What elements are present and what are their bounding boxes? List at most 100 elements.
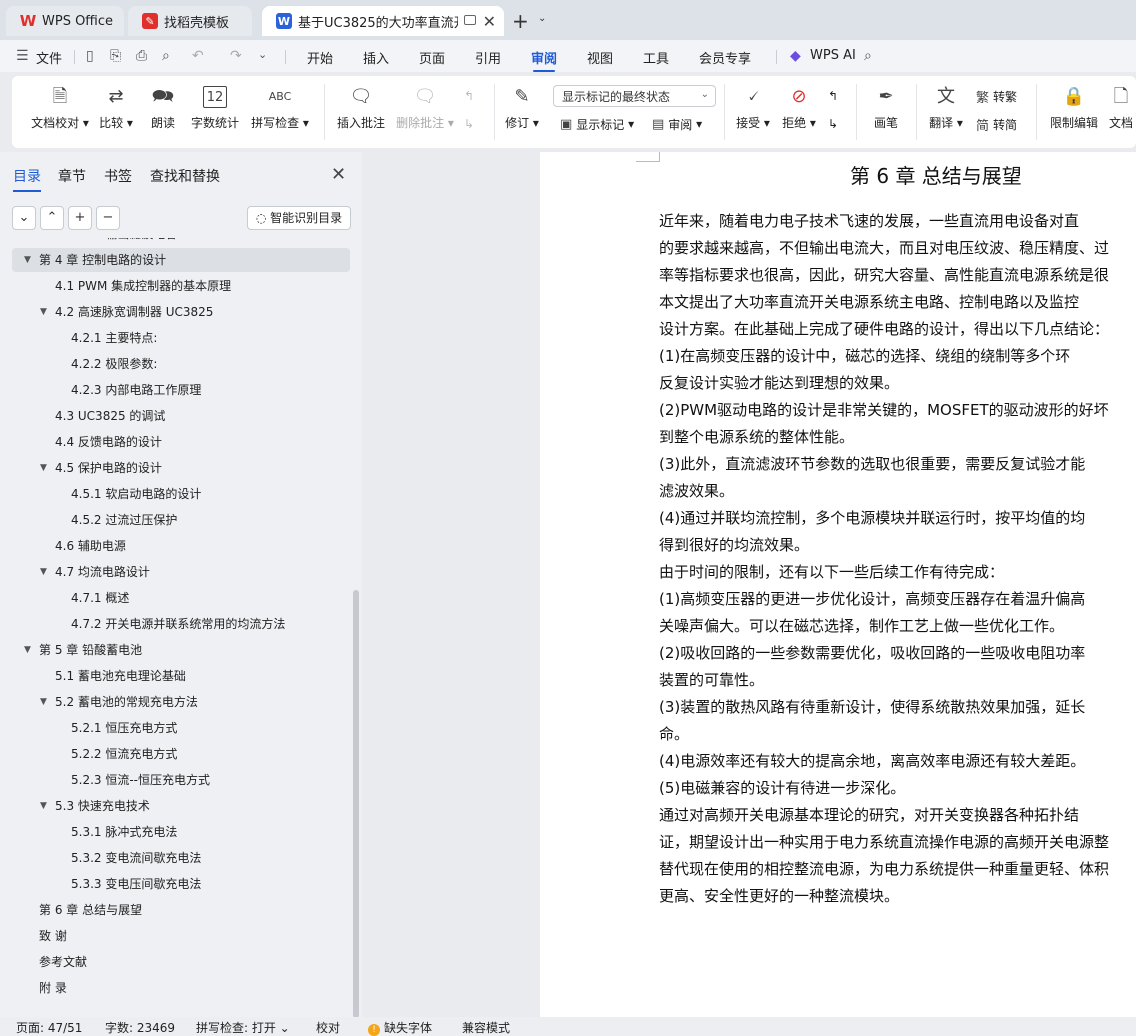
document-page[interactable]: 第 6 章 总结与展望 近年来，随着电力电子技术飞速的发展，一些直流用电设备对直… [540,152,1136,1017]
toc-item[interactable]: ▼ 5.3 快速充电技术 [12,794,350,818]
toc-item[interactable]: 4.6 辅助电源 [12,534,350,558]
insert-comment-button[interactable]: 🗨 插入批注 [334,82,388,142]
menu-wps-ai[interactable]: WPS AI [810,48,856,63]
toc-item[interactable]: 5.3.3 变电压间歇充电法 [12,872,350,896]
toc-item[interactable]: 附 录 [12,976,350,1000]
close-icon[interactable]: ✕ [331,164,346,185]
save-icon[interactable]: ▯ [86,48,94,64]
expand-arrow-icon[interactable]: ▼ [24,638,31,662]
toc-item[interactable]: 5.2.1 恒压充电方式 [12,716,350,740]
expand-arrow-icon[interactable]: ▼ [40,794,47,818]
expand-arrow-icon[interactable]: ▼ [40,690,47,714]
toc-item[interactable]: 5.3.2 变电流间歇充电法 [12,846,350,870]
toc-item[interactable]: ▼ 第 5 章 铅酸蓄电池 [12,638,350,662]
tab-toc[interactable]: 目录 [13,166,41,192]
menu-page[interactable]: 页面 [419,48,445,67]
toc-item[interactable]: 3.5.3 输出滤波电容 [12,238,350,246]
toc-item[interactable]: 5.2.3 恒流--恒压充电方式 [12,768,350,792]
print-preview-icon[interactable]: ⌕ [162,48,170,64]
page-indicator[interactable]: 页面: 47/51 [16,1019,82,1036]
menu-reference[interactable]: 引用 [475,48,501,67]
spell-check-button[interactable]: ABC 拼写检查 ▾ [250,82,310,142]
menu-member[interactable]: 会员专享 [699,48,751,67]
undo-icon[interactable]: ↶ [192,48,204,64]
tab-wps-office[interactable]: W WPS Office [6,6,124,36]
plus-icon[interactable]: + [68,206,92,230]
tab-chapters[interactable]: 章节 [58,166,86,186]
toc-item[interactable]: 4.2.3 内部电路工作原理 [12,378,350,402]
close-icon[interactable]: ✕ [483,12,496,31]
expand-arrow-icon[interactable]: ▼ [24,248,31,272]
show-markup-button[interactable]: ▣ 显示标记 ▾ [560,114,634,134]
minus-icon[interactable]: − [96,206,120,230]
toc-item[interactable]: 4.3 UC3825 的调试 [12,404,350,428]
new-tab-icon[interactable]: + [512,9,529,33]
toc-item[interactable]: ▼ 4.2 高速脉宽调制器 UC3825 [12,300,350,324]
accept-button[interactable]: 🗸 接受 ▾ [734,82,772,142]
next-change-icon[interactable]: ↳ [828,114,838,134]
menu-tools[interactable]: 工具 [643,48,669,67]
toc-item[interactable]: 参考文献 [12,950,350,974]
toc-item[interactable]: 4.2.1 主要特点: [12,326,350,350]
pen-button[interactable]: ✒ 画笔 [868,82,904,142]
toc-item[interactable]: 4.7.1 概述 [12,586,350,610]
toc-item[interactable]: 4.2.2 极限参数: [12,352,350,376]
menu-view[interactable]: 视图 [587,48,613,67]
review-pane-button[interactable]: ▤ 审阅 ▾ [652,114,702,134]
toc-item[interactable]: 致 谢 [12,924,350,948]
smart-toc-button[interactable]: ◌ 智能识别目录 [247,206,351,230]
toc-item[interactable]: 4.5.1 软启动电路的设计 [12,482,350,506]
to-traditional-button[interactable]: 繁 转繁 [976,86,1017,106]
export-icon[interactable]: ⎘ [110,48,121,64]
toc-item[interactable]: 5.1 蓄电池充电理论基础 [12,664,350,688]
toc-item[interactable]: ▼ 5.2 蓄电池的常规充电方法 [12,690,350,714]
toc-item[interactable]: 5.2.2 恒流充电方式 [12,742,350,766]
chevron-down-icon[interactable]: ⌄ [12,206,36,230]
read-aloud-button[interactable]: 🗪 朗读 [146,82,180,142]
revise-button[interactable]: ✎ 修订 ▾ [502,82,542,142]
markup-state-select[interactable]: 显示标记的最终状态 ⌄ [553,85,716,107]
doc-check-button[interactable]: 🗎 文档校对 ▾ [28,82,92,142]
menu-review[interactable]: 审阅 [531,48,557,72]
tab-bookmarks[interactable]: 书签 [104,166,132,186]
toc-item[interactable]: 4.7.2 开关电源并联系统常用的均流方法 [12,612,350,636]
menu-insert[interactable]: 插入 [363,48,389,67]
toc-item[interactable]: ▼ 4.7 均流电路设计 [12,560,350,584]
word-count-button[interactable]: 12 字数统计 [190,82,240,142]
missing-font-status[interactable]: ! 缺失字体 [368,1019,432,1036]
menu-icon[interactable]: ☰ [16,48,29,64]
redo-icon[interactable]: ↷ [230,48,242,64]
word-count[interactable]: 字数: 23469 [105,1019,175,1036]
expand-arrow-icon[interactable]: ▼ [40,456,47,480]
chevron-down-icon[interactable]: ⌄ [258,48,267,61]
toc-item[interactable]: 4.5.2 过流过压保护 [12,508,350,532]
proofread-status[interactable]: 校对 [316,1019,340,1036]
toc-item[interactable]: 4.4 反馈电路的设计 [12,430,350,454]
menu-home[interactable]: 开始 [307,48,333,67]
doc-permission-button[interactable]: 🗋 文档 [1106,82,1136,142]
reject-button[interactable]: ⊘ 拒绝 ▾ [780,82,818,142]
prev-comment-icon[interactable]: ↰ [464,86,474,106]
toc-item[interactable]: ▼ 4.5 保护电路的设计 [12,456,350,480]
wps-ai-icon[interactable]: ◆ [790,48,801,64]
expand-arrow-icon[interactable]: ▼ [40,300,47,324]
next-comment-icon[interactable]: ↳ [464,114,474,134]
restrict-edit-button[interactable]: 🔒 限制编辑 [1048,82,1100,142]
chevron-down-icon[interactable]: ⌄ [538,13,546,24]
toc-item[interactable]: 5.3.1 脉冲式充电法 [12,820,350,844]
spell-check-status[interactable]: 拼写检查: 打开 ⌄ [196,1019,290,1036]
compare-button[interactable]: ⇄ 比较 ▾ [96,82,136,142]
tab-document[interactable]: W 基于UC3825的大功率直流开关 ✕ [262,6,504,36]
toc-item[interactable]: 第 6 章 总结与展望 [12,898,350,922]
toc-item[interactable]: ▼ 第 4 章 控制电路的设计 [12,248,350,272]
prev-change-icon[interactable]: ↰ [828,86,838,106]
tab-find-replace[interactable]: 查找和替换 [150,166,220,186]
to-simplified-button[interactable]: 简 转简 [976,114,1017,134]
translate-button[interactable]: 文 翻译 ▾ [926,82,966,142]
delete-comment-button[interactable]: 🗨 删除批注 ▾ [394,82,456,142]
print-icon[interactable]: ⎙ [136,48,147,64]
toc-scrollbar[interactable] [353,590,359,1018]
chevron-up-icon[interactable]: ⌃ [40,206,64,230]
search-icon[interactable]: ⌕ [864,48,872,64]
expand-arrow-icon[interactable]: ▼ [40,560,47,584]
